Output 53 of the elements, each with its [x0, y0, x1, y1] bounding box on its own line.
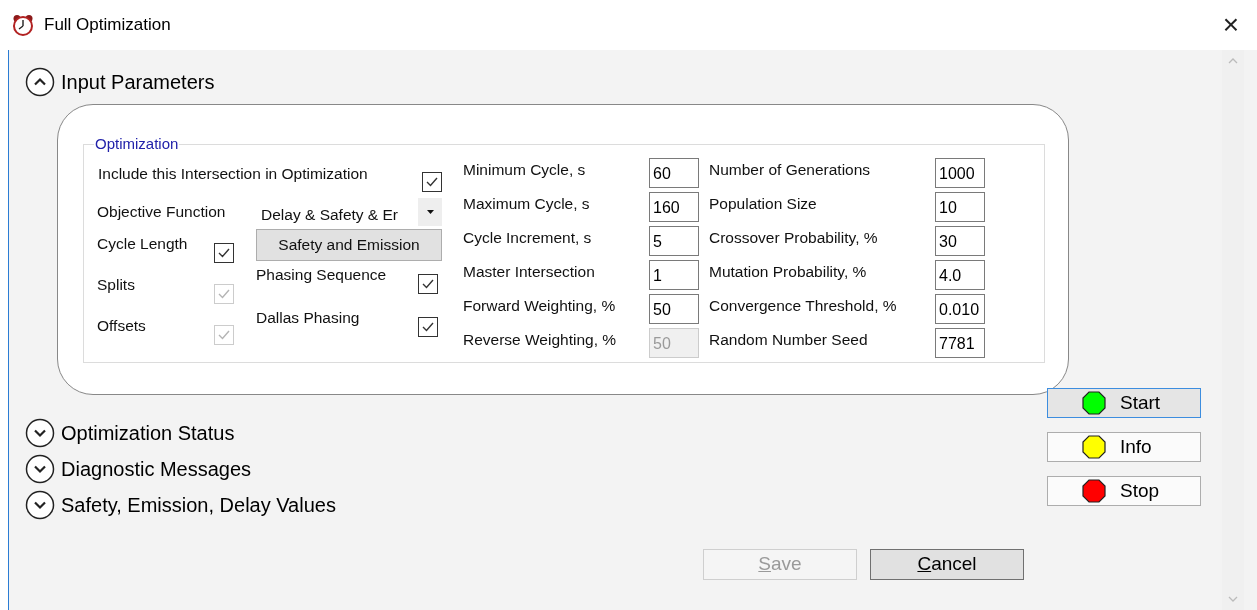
number-field[interactable]: 30 [935, 225, 985, 256]
field-label: Maximum Cycle, s [463, 193, 591, 214]
number-field[interactable]: 0.010 [935, 293, 985, 324]
checkbox[interactable] [214, 242, 234, 263]
field-label: Offsets [97, 315, 147, 336]
field-label: Convergence Threshold, % [709, 295, 898, 316]
section-title[interactable]: Diagnostic Messages [61, 454, 252, 484]
action-button[interactable]: Stop [1047, 476, 1201, 506]
caret-icon [426, 209, 434, 214]
checkbox[interactable] [422, 171, 442, 192]
field-label: Objective Function [97, 201, 227, 222]
group-title: Optimization [94, 134, 180, 154]
objective-dropdown[interactable]: Delay & Safety & Er [261, 197, 442, 226]
section-title[interactable]: Input Parameters [61, 67, 215, 97]
number-field[interactable]: 10 [935, 191, 985, 222]
action-button[interactable]: Info [1047, 432, 1201, 462]
number-field[interactable]: 1000 [935, 157, 985, 188]
number-field[interactable]: 5 [649, 225, 699, 256]
field-label: Reverse Weighting, % [463, 329, 618, 350]
field-label: Include this Intersection in Optimization [98, 163, 369, 184]
collapse-icon[interactable] [25, 67, 55, 97]
number-field[interactable]: 7781 [935, 327, 985, 358]
window-title: Full Optimization [44, 14, 172, 37]
checkbox[interactable] [418, 316, 438, 337]
field-label: Phasing Sequence [256, 264, 388, 285]
section-title[interactable]: Safety, Emission, Delay Values [61, 490, 336, 520]
field-label: Cycle Length [97, 233, 189, 254]
number-field[interactable]: 50 [649, 293, 699, 324]
number-field[interactable]: 1 [649, 259, 699, 290]
field-label: Splits [97, 274, 136, 295]
number-field[interactable]: 160 [649, 191, 699, 222]
section-title[interactable]: Optimization Status [61, 418, 235, 448]
number-field[interactable]: 60 [649, 157, 699, 188]
safety-emission-button[interactable]: Safety and Emission [256, 228, 442, 261]
field-label: Master Intersection [463, 261, 596, 282]
action-button[interactable]: Start [1047, 388, 1201, 418]
field-label: Forward Weighting, % [463, 295, 617, 316]
field-label: Random Number Seed [709, 329, 869, 350]
expand-icon[interactable] [25, 490, 55, 520]
dialog-button[interactable]: Cancel [870, 549, 1024, 580]
field-label: Minimum Cycle, s [463, 159, 587, 180]
close-button[interactable]: × [1222, 11, 1239, 39]
field-label: Crossover Probability, % [709, 227, 879, 248]
expand-icon[interactable] [25, 454, 55, 484]
field-label: Number of Generations [709, 159, 872, 180]
field-label: Population Size [709, 193, 818, 214]
field-label: Dallas Phasing [256, 307, 361, 328]
alarm-clock-icon [12, 14, 34, 36]
expand-icon[interactable] [25, 418, 55, 448]
number-field[interactable]: 4.0 [935, 259, 985, 290]
field-label: Cycle Increment, s [463, 227, 593, 248]
checkbox[interactable] [418, 273, 438, 294]
field-label: Mutation Probability, % [709, 261, 868, 282]
